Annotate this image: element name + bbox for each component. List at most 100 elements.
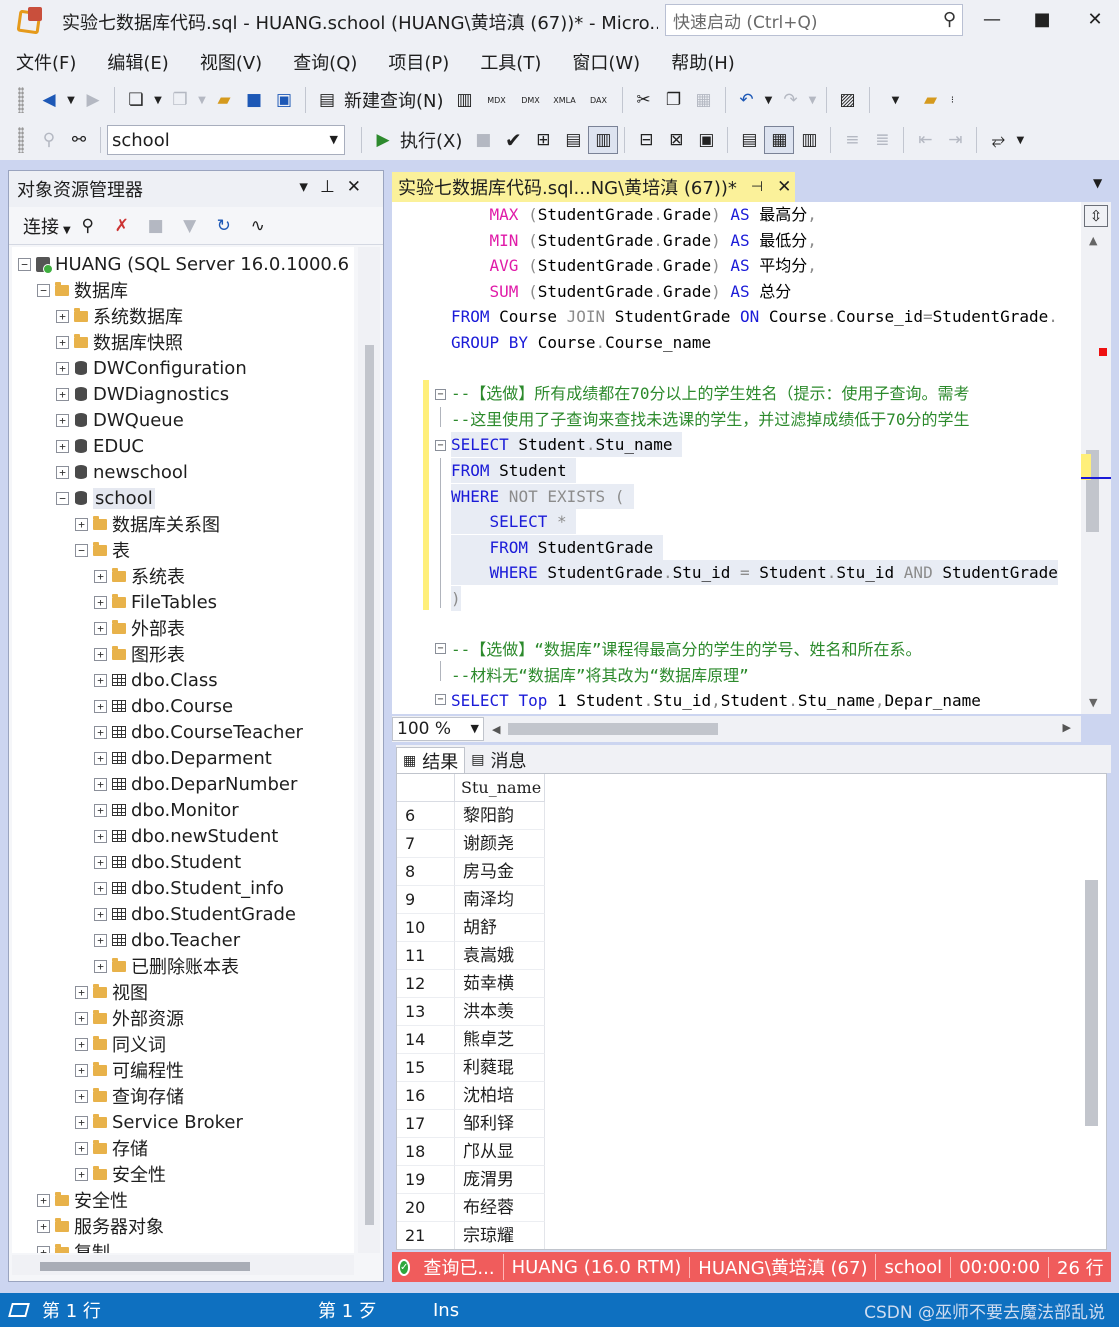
menu-help[interactable]: 帮助(H) [671,49,735,75]
row-number-header[interactable] [397,774,455,802]
tree-node[interactable]: + dbo.Student [94,849,241,875]
tree-node[interactable]: + 同义词 [75,1031,166,1057]
expand-icon[interactable]: + [56,413,69,427]
table-row[interactable]: 15 利蕤琨 [397,1054,545,1082]
results-to-file-icon[interactable]: ▥ [794,126,824,154]
query-document-tab[interactable]: 实验七数据库代码.sql...NG\黄培滇 (67))* ⊣ ✕ [392,172,795,202]
find-in-files-icon[interactable]: ▰ [916,86,946,114]
row-number[interactable]: 20 [397,1194,455,1222]
tree-node[interactable]: + dbo.Teacher [94,927,240,953]
row-number[interactable]: 9 [397,886,455,914]
expand-icon[interactable]: + [37,1193,50,1207]
add-item-icon[interactable]: ❐ [165,86,195,114]
row-number[interactable]: 21 [397,1222,455,1249]
expand-icon[interactable]: + [56,439,69,453]
cell-stu-name[interactable]: 黎阳韵 [455,802,545,830]
parse-checkmark-icon[interactable]: ✔ [498,126,528,154]
expand-icon[interactable]: + [75,985,88,999]
tree-node[interactable]: + dbo.newStudent [94,823,278,849]
scroll-up-icon[interactable]: ▲ [1089,234,1097,247]
expand-icon[interactable]: + [56,309,69,323]
expand-icon[interactable]: + [75,1037,88,1051]
paste-icon[interactable]: ▦ [689,86,719,114]
editor-vertical-scrollbar[interactable]: ⇳ ▲ ▼ [1081,202,1111,714]
database-engine-query-icon[interactable]: ▥ [450,86,480,114]
tree-node[interactable]: + 可编程性 [75,1057,184,1083]
row-number[interactable]: 6 [397,802,455,830]
collapse-toggle-icon[interactable]: − [435,694,446,705]
comment-lines-icon[interactable]: ≡ [837,126,867,154]
collapse-icon[interactable]: − [18,257,31,271]
scroll-down-icon[interactable]: ▼ [1089,696,1097,709]
expand-icon[interactable]: + [56,465,69,479]
collapse-toggle-icon[interactable]: − [435,389,446,400]
scroll-left-icon[interactable]: ◀ [492,723,500,736]
row-number[interactable]: 19 [397,1166,455,1194]
table-row[interactable]: 14 熊卓芝 [397,1026,545,1054]
tree-node[interactable]: − 表 [75,537,130,563]
results-grid[interactable]: Stu_name 6 黎阳韵 7 谢颜尧 8 房马金 9 南泽均 10 胡舒 11 袁嵩娥 12 茹幸横 1… [396,773,1107,1250]
row-number[interactable]: 7 [397,830,455,858]
expand-icon[interactable]: + [94,569,107,583]
expand-icon[interactable]: + [94,751,107,765]
cut-icon[interactable]: ✂ [629,86,659,114]
expand-icon[interactable]: + [94,907,107,921]
open-file-icon[interactable]: ▰ [209,86,239,114]
collapse-icon[interactable]: − [75,543,88,557]
results-to-text-icon[interactable]: ▤ [734,126,764,154]
collapse-icon[interactable]: − [37,283,50,297]
menu-file[interactable]: 文件(F) [16,49,76,75]
menu-edit[interactable]: 编辑(E) [107,49,168,75]
object-explorer-horizontal-scrollbar[interactable] [12,1255,354,1275]
expand-icon[interactable]: + [75,1089,88,1103]
table-row[interactable]: 11 袁嵩娥 [397,942,545,970]
mdx-query-icon[interactable]: MDX [480,86,514,114]
expand-icon[interactable]: + [94,621,107,635]
table-row[interactable]: 6 黎阳韵 [397,802,545,830]
expand-icon[interactable]: + [75,1115,88,1129]
tree-node[interactable]: + DWQueue [56,407,184,433]
row-number[interactable]: 13 [397,998,455,1026]
row-number[interactable]: 14 [397,1026,455,1054]
tree-node[interactable]: + dbo.Class [94,667,218,693]
undo-icon[interactable]: ↶ [732,86,762,114]
menu-query[interactable]: 查询(Q) [293,49,357,75]
filter-icon[interactable]: ▼ [173,212,207,240]
solution-config-dropdown-icon[interactable]: ▼ [876,86,916,114]
tree-node[interactable]: + dbo.Course [94,693,233,719]
expand-icon[interactable]: + [75,1011,88,1025]
connect-icon[interactable]: ⚲ [34,126,64,154]
expand-icon[interactable]: + [37,1219,50,1233]
menu-project[interactable]: 项目(P) [388,49,449,75]
object-explorer-vertical-scrollbar[interactable] [358,247,380,1253]
tab-overflow-icon[interactable]: ▼ [1093,176,1102,190]
stop-icon[interactable]: ■ [139,212,173,240]
cell-stu-name[interactable]: 熊卓芝 [455,1026,545,1054]
row-number[interactable]: 16 [397,1082,455,1110]
table-row[interactable]: 12 茹幸横 [397,970,545,998]
client-stats-icon[interactable]: ▣ [691,126,721,154]
tree-node[interactable]: + FileTables [94,589,217,615]
table-row[interactable]: 20 布经蓉 [397,1194,545,1222]
execute-button[interactable]: 执行(X) [400,127,462,153]
tree-node[interactable]: + EDUC [56,433,144,459]
expand-icon[interactable]: + [75,1141,88,1155]
expand-icon[interactable]: + [37,1245,50,1253]
new-query-icon[interactable]: ▤ [312,86,342,114]
refresh-icon[interactable]: ↻ [207,212,241,240]
tree-node[interactable]: + 存储 [75,1135,148,1161]
tree-node[interactable]: + 视图 [75,979,148,1005]
tree-node[interactable]: − school [56,485,155,511]
toolbar-overflow-icon[interactable]: ▼ [1013,126,1027,154]
connect-dropdown-button[interactable]: 连接 ▼ [23,213,71,239]
results-scrollbar-thumb[interactable] [1085,880,1098,1126]
expand-icon[interactable]: + [94,829,107,843]
tree-node[interactable]: + 图形表 [94,641,185,667]
save-all-icon[interactable]: ▣ [269,86,299,114]
expand-icon[interactable]: + [94,725,107,739]
table-row[interactable]: 7 谢颜尧 [397,830,545,858]
table-row[interactable]: 9 南泽均 [397,886,545,914]
pin-tab-icon[interactable]: ⊣ [751,179,763,195]
row-number[interactable]: 17 [397,1110,455,1138]
tree-node[interactable]: + DWDiagnostics [56,381,229,407]
